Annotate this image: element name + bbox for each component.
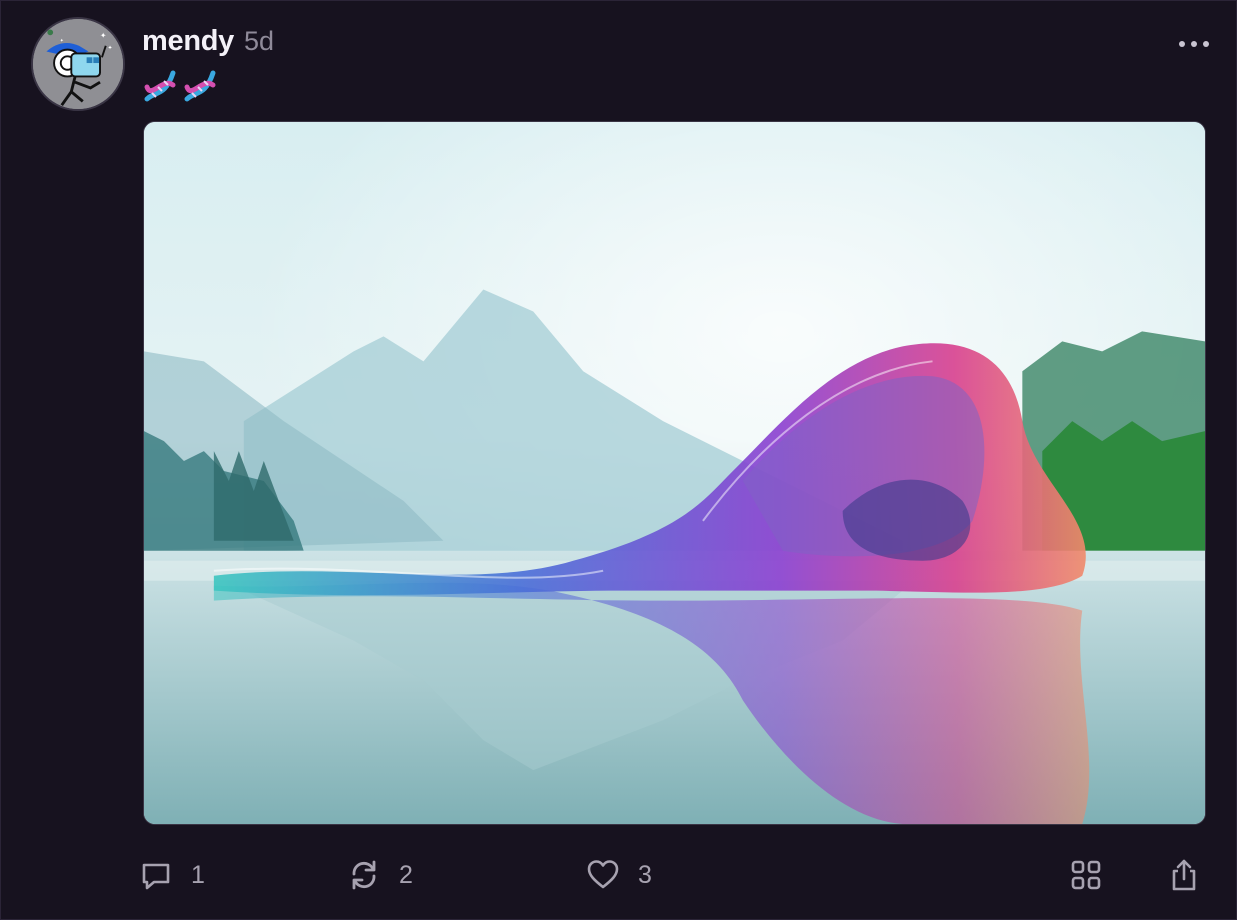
- post-header: mendy 5d: [142, 25, 274, 59]
- author-name[interactable]: mendy: [142, 25, 234, 58]
- more-options-button[interactable]: [1174, 27, 1214, 61]
- repost-icon: [352, 860, 376, 890]
- post-actions: 1 2 3: [1, 849, 1237, 899]
- dna-emoji: [184, 70, 216, 102]
- dna-emoji: [144, 70, 176, 102]
- post-caption: [141, 67, 219, 105]
- repost-count: 2: [399, 860, 413, 889]
- svg-text:✦: ✦: [100, 31, 107, 40]
- share-icon: [1172, 859, 1196, 891]
- avatar[interactable]: ✦ ✦ ✦: [31, 17, 125, 111]
- post-card: ✦ ✦ ✦ mendy 5d 1 2 3: [0, 0, 1237, 920]
- more-icon: [1203, 41, 1209, 47]
- collections-button[interactable]: [1069, 853, 1103, 897]
- more-icon: [1191, 41, 1197, 47]
- like-count: 3: [638, 860, 652, 889]
- reply-count: 1: [191, 860, 205, 889]
- share-button[interactable]: [1167, 853, 1201, 897]
- reply-icon: [142, 863, 170, 890]
- post-image[interactable]: [143, 121, 1206, 825]
- reply-button[interactable]: 1: [139, 853, 205, 897]
- landscape-image: [144, 122, 1205, 824]
- heart-icon: [587, 860, 619, 889]
- avatar-image: ✦ ✦ ✦: [33, 19, 123, 109]
- like-button[interactable]: 3: [586, 853, 652, 897]
- repost-button[interactable]: 2: [347, 853, 413, 897]
- grid-icon: [1071, 860, 1101, 890]
- more-icon: [1179, 41, 1185, 47]
- post-time[interactable]: 5d: [244, 26, 274, 57]
- svg-text:✦: ✦: [60, 38, 64, 44]
- svg-text:✦: ✦: [108, 45, 113, 52]
